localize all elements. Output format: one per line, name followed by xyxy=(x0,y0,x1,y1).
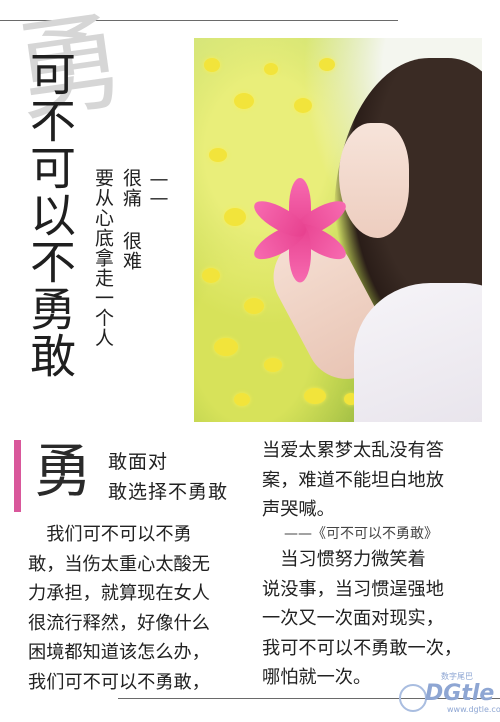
paragraph-line: 案，难道不能坦白地放 xyxy=(262,469,444,491)
right-paragraph-bottom: 当习惯努力微笑着 说没事，当习惯逞强地 一次又一次面对现实， 我可不可以不勇敢一… xyxy=(262,545,462,693)
paragraph-line: 一次又一次面对现实， xyxy=(262,608,444,629)
paragraph-line: 当爱太累梦太乱没有答 xyxy=(262,440,444,461)
paragraph-line: 困境都知道该怎么办， xyxy=(28,642,210,663)
dgtle-logo: 数字尾巴 DGtle www.dgtle.com xyxy=(395,672,500,722)
song-quote: ——《可不可以不勇敢》 xyxy=(284,526,438,542)
paragraph-line: 力承担，就算现在女人 xyxy=(28,583,210,604)
paragraph-line: 很流行释然，好像什么 xyxy=(28,612,210,634)
paragraph-line: 我们可不可以不勇敢， xyxy=(28,671,210,693)
subtitle-line-1: 很痛 很难 xyxy=(120,168,142,271)
section-heading: 敢面对 敢选择不勇敢 xyxy=(108,447,228,507)
left-paragraph: 我们可不可以不勇 敢，当伤太重心太酸无 力承担，就算现在女人 很流行释然，好像什… xyxy=(28,520,210,697)
logo-url: www.dgtle.com xyxy=(447,705,500,714)
section-big-character: 勇 xyxy=(34,437,93,505)
page-title: 可不可以不勇敢 xyxy=(23,50,77,379)
paragraph-line: 当习惯努力微笑着 xyxy=(262,549,426,570)
subtitle-dash: —— xyxy=(148,168,170,206)
subtitle-line-2: 要从心底拿走一个人 xyxy=(92,168,114,348)
logo-circle-icon xyxy=(399,684,427,712)
logo-name: DGtle xyxy=(425,681,495,706)
section-heading-line-1: 敢面对 xyxy=(108,451,169,473)
paragraph-line: 声哭喊。 xyxy=(262,499,335,520)
lily-flower-icon xyxy=(249,138,351,283)
paragraph-line: 敢，当伤太重心太酸无 xyxy=(28,553,210,575)
accent-bar xyxy=(14,440,21,512)
subtitle-block: —— 很痛 很难 要从心底拿走一个人 xyxy=(92,168,172,423)
paragraph-line: 我可不可以不勇敢一次， xyxy=(262,637,463,659)
right-paragraph-top: 当爱太累梦太乱没有答 案，难道不能坦白地放 声哭喊。 xyxy=(262,436,444,525)
portrait-photo xyxy=(194,38,482,422)
paragraph-line: 我们可不可以不勇 xyxy=(28,524,192,545)
paragraph-line: 说没事，当习惯逞强地 xyxy=(262,578,444,600)
section-heading-line-2: 敢选择不勇敢 xyxy=(108,481,229,503)
